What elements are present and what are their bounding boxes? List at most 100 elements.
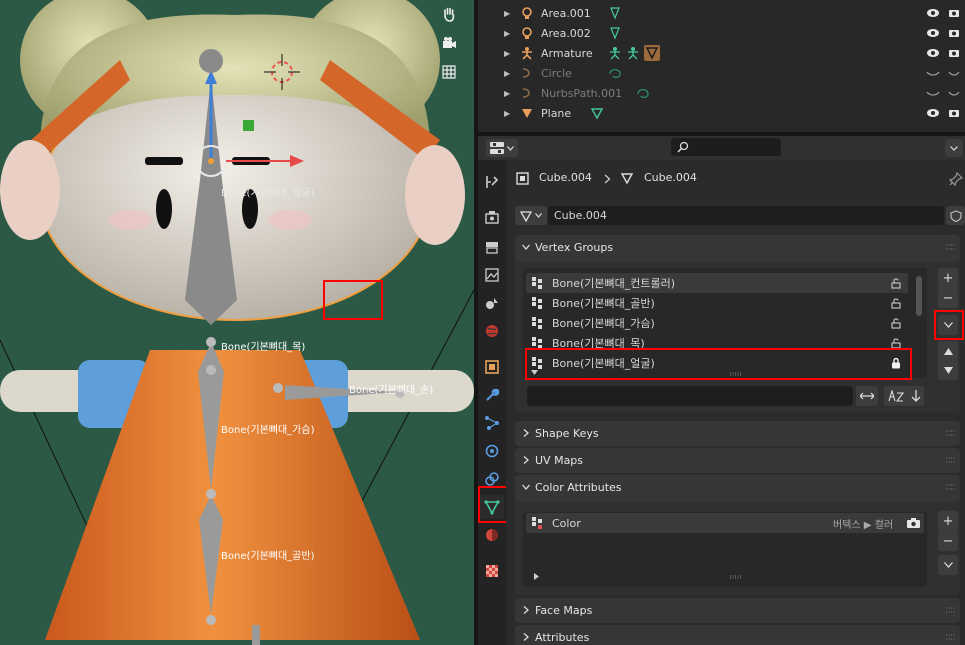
tab-texture[interactable] <box>480 559 504 583</box>
face-maps-panel-header[interactable]: Face Maps <box>515 598 960 623</box>
move-up-button[interactable] <box>938 341 958 361</box>
mesh-data-icon <box>590 108 604 120</box>
tab-object[interactable] <box>480 355 504 379</box>
outliner-row-circle[interactable]: ▶ Circle <box>478 63 965 83</box>
drag-grip-icon[interactable] <box>946 430 956 436</box>
curve-icon <box>522 68 530 78</box>
expand-arrow-icon[interactable]: ▶ <box>504 109 510 118</box>
render-camera-icon[interactable] <box>948 47 960 59</box>
chevron-right-icon <box>604 174 611 184</box>
tab-render[interactable] <box>480 205 504 229</box>
bone-label-face: Bone(기본뼈대_얼굴) <box>221 188 315 199</box>
mesh-browse-button[interactable] <box>515 206 547 225</box>
outliner-row-area-001[interactable]: ▶ Area.001 <box>478 3 965 23</box>
eye-icon[interactable] <box>926 27 940 39</box>
unlock-icon[interactable] <box>890 297 902 309</box>
render-camera-icon[interactable] <box>948 107 960 119</box>
drag-grip-icon[interactable] <box>946 634 956 640</box>
eye-icon[interactable] <box>926 107 940 119</box>
remove-vertex-group-button[interactable]: − <box>938 288 958 308</box>
tab-physics[interactable] <box>480 439 504 463</box>
color-attribute-specials-button[interactable] <box>938 555 958 575</box>
outliner-row-area-002[interactable]: ▶ Area.002 <box>478 23 965 43</box>
eye-closed-icon[interactable] <box>926 87 940 99</box>
fake-user-button[interactable] <box>946 206 965 225</box>
properties-search-input[interactable] <box>671 138 781 156</box>
attributes-panel-header[interactable]: Attributes <box>515 625 960 645</box>
vertex-groups-panel-header[interactable]: Vertex Groups <box>515 235 960 262</box>
color-attributes-panel-header[interactable]: Color Attributes <box>515 475 960 502</box>
expand-arrow-icon[interactable]: ▶ <box>504 89 510 98</box>
render-camera-icon[interactable] <box>948 7 960 19</box>
render-camera-icon[interactable] <box>948 67 960 79</box>
render-camera-icon[interactable] <box>907 517 920 529</box>
tab-scene[interactable] <box>480 291 504 315</box>
unlock-icon[interactable] <box>890 317 902 329</box>
curve-icon <box>522 88 530 98</box>
tab-material[interactable] <box>480 523 504 547</box>
color-attribute-list[interactable]: Color 버텍스 ▶ 컬러 <box>523 512 927 587</box>
list-filter-toggle-icon[interactable] <box>534 573 539 580</box>
vertex-group-item[interactable]: Bone(기본뼈대_골반) <box>526 293 908 313</box>
chevron-right-icon <box>523 606 529 614</box>
vertex-group-name: Bone(기본뼈대_골반) <box>552 297 655 310</box>
vertex-group-scrollbar[interactable] <box>916 276 922 316</box>
outliner-item-name: Circle <box>541 66 572 80</box>
move-down-button[interactable] <box>938 360 958 380</box>
eye-closed-icon[interactable] <box>926 67 940 79</box>
drag-grip-icon[interactable] <box>946 484 956 490</box>
tab-view-layer[interactable] <box>480 263 504 287</box>
tab-modifiers[interactable] <box>480 383 504 407</box>
add-color-attribute-button[interactable]: + <box>938 511 958 531</box>
uv-maps-panel-header[interactable]: UV Maps <box>515 448 960 473</box>
list-resize-grip-icon[interactable] <box>730 575 742 579</box>
bone-label-pelvis: Bone(기본뼈대_골반) <box>221 551 315 562</box>
invert-filter-button[interactable] <box>856 386 878 406</box>
outliner-row-plane[interactable]: ▶ Plane <box>478 103 965 123</box>
tab-tool[interactable] <box>480 170 504 194</box>
mesh-icon <box>522 109 532 118</box>
eye-icon[interactable] <box>926 7 940 19</box>
object-icon <box>485 360 499 374</box>
eye-icon[interactable] <box>926 47 940 59</box>
expand-arrow-icon[interactable]: ▶ <box>504 9 510 18</box>
output-icon <box>486 242 498 254</box>
3d-viewport[interactable]: Bone(기본뼈대_얼굴) Bone(기본뼈대_목) Bone(기본뼈대_가슴)… <box>0 0 474 645</box>
tab-output[interactable] <box>480 235 504 259</box>
outliner-row-nurbspath[interactable]: ▶ NurbsPath.001 <box>478 83 965 103</box>
render-camera-icon[interactable] <box>948 27 960 39</box>
unlock-icon[interactable] <box>890 277 902 289</box>
editor-type-button[interactable] <box>486 139 518 157</box>
options-dropdown-button[interactable] <box>945 139 963 157</box>
outliner-row-armature[interactable]: ▶ Armature <box>478 43 965 63</box>
render-camera-icon[interactable] <box>948 87 960 99</box>
outliner[interactable]: ▶ Area.001 ▶ Area.002 ▶ Armature ▶ Circl… <box>478 0 965 132</box>
drag-grip-icon[interactable] <box>946 244 956 250</box>
tab-world[interactable] <box>480 319 504 343</box>
curve-data-icon <box>637 88 649 98</box>
tab-particles[interactable] <box>480 411 504 435</box>
camera-view-button[interactable] <box>441 35 463 57</box>
outliner-item-name: Armature <box>541 46 593 60</box>
mesh-name-field[interactable]: Cube.004 <box>548 206 944 225</box>
sort-reverse-icon[interactable] <box>911 390 921 402</box>
expand-arrow-icon[interactable]: ▶ <box>504 69 510 78</box>
vertex-group-item[interactable]: Bone(기본뼈대_가슴) <box>526 313 908 333</box>
outliner-item-name: NurbsPath.001 <box>541 86 623 100</box>
shape-keys-panel-header[interactable]: Shape Keys <box>515 421 960 446</box>
sort-buttons[interactable] <box>884 386 924 406</box>
pan-view-button[interactable] <box>441 6 463 28</box>
sort-alpha-icon[interactable] <box>887 390 904 402</box>
drag-grip-icon[interactable] <box>946 607 956 613</box>
expand-arrow-icon[interactable]: ▶ <box>504 49 510 58</box>
remove-color-attribute-button[interactable]: − <box>938 531 958 551</box>
properties-tab-bar <box>478 160 506 645</box>
pin-icon[interactable] <box>949 172 963 186</box>
vertex-group-item[interactable]: Bone(기본뼈대_컨트롤러) <box>526 273 908 293</box>
add-vertex-group-button[interactable]: + <box>938 268 958 288</box>
vertex-group-filter-input[interactable] <box>527 386 853 406</box>
ortho-toggle-button[interactable] <box>441 64 463 86</box>
color-attribute-item[interactable]: Color 버텍스 ▶ 컬러 <box>526 513 924 533</box>
drag-grip-icon[interactable] <box>946 457 956 463</box>
expand-arrow-icon[interactable]: ▶ <box>504 29 510 38</box>
